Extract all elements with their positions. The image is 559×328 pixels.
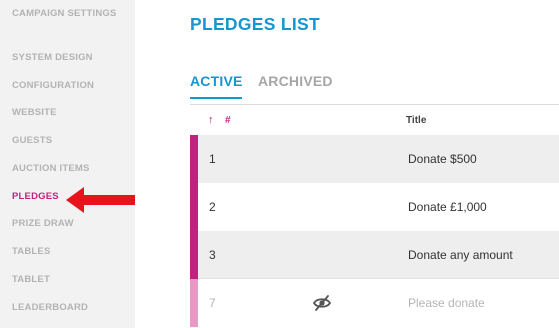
row-number: 3: [209, 248, 216, 262]
column-header-number[interactable]: #: [225, 115, 231, 126]
row-status-bar: [190, 135, 198, 183]
sidebar-item-auction-items[interactable]: AUCTION ITEMS: [12, 163, 90, 174]
eye-slash-icon[interactable]: [312, 293, 332, 313]
sidebar-item-leaderboard[interactable]: LEADERBOARD: [12, 302, 88, 313]
row-status-bar: [190, 279, 198, 327]
sidebar-item-tables[interactable]: TABLES: [12, 246, 51, 257]
tab-bar: ACTIVE ARCHIVED: [190, 73, 559, 99]
table-row[interactable]: 3 Donate any amount: [190, 231, 559, 279]
tab-archived[interactable]: ARCHIVED: [258, 73, 333, 89]
sidebar-item-configuration[interactable]: CONFIGURATION: [12, 80, 94, 91]
sidebar: CAMPAIGN SETTINGS SYSTEM DESIGN CONFIGUR…: [0, 0, 135, 328]
sidebar-item-tablet[interactable]: TABLET: [12, 274, 50, 285]
row-number: 2: [209, 200, 216, 214]
sidebar-item-website[interactable]: WEBSITE: [12, 107, 57, 118]
table-row[interactable]: 1 Donate $500: [190, 135, 559, 183]
row-number: 7: [209, 296, 216, 310]
row-title: Donate $500: [408, 152, 477, 166]
sidebar-item-system-design[interactable]: SYSTEM DESIGN: [12, 52, 93, 63]
tab-active[interactable]: ACTIVE: [190, 73, 243, 89]
app-root: CAMPAIGN SETTINGS SYSTEM DESIGN CONFIGUR…: [0, 0, 559, 328]
main-content: PLEDGES LIST ACTIVE ARCHIVED ↑ # Title 1…: [135, 0, 559, 328]
table-header: ↑ # Title: [190, 105, 559, 135]
row-status-bar: [190, 231, 198, 279]
row-title: Donate £1,000: [408, 200, 487, 214]
page-title: PLEDGES LIST: [190, 14, 321, 34]
sort-ascending-icon[interactable]: ↑: [208, 114, 214, 126]
sidebar-item-guests[interactable]: GUESTS: [12, 135, 52, 146]
row-status-bar: [190, 183, 198, 231]
active-tab-indicator: [190, 97, 242, 99]
sidebar-item-campaign-settings[interactable]: CAMPAIGN SETTINGS: [12, 8, 122, 19]
row-title: Donate any amount: [408, 248, 513, 262]
sidebar-item-pledges[interactable]: PLEDGES: [12, 191, 59, 202]
row-title: Please donate: [408, 296, 485, 310]
sidebar-item-prize-draw[interactable]: PRIZE DRAW: [12, 218, 74, 229]
table-row[interactable]: 7 Please donate: [190, 279, 559, 327]
row-number: 1: [209, 152, 216, 166]
column-header-title[interactable]: Title: [406, 115, 426, 126]
table-row[interactable]: 2 Donate £1,000: [190, 183, 559, 231]
